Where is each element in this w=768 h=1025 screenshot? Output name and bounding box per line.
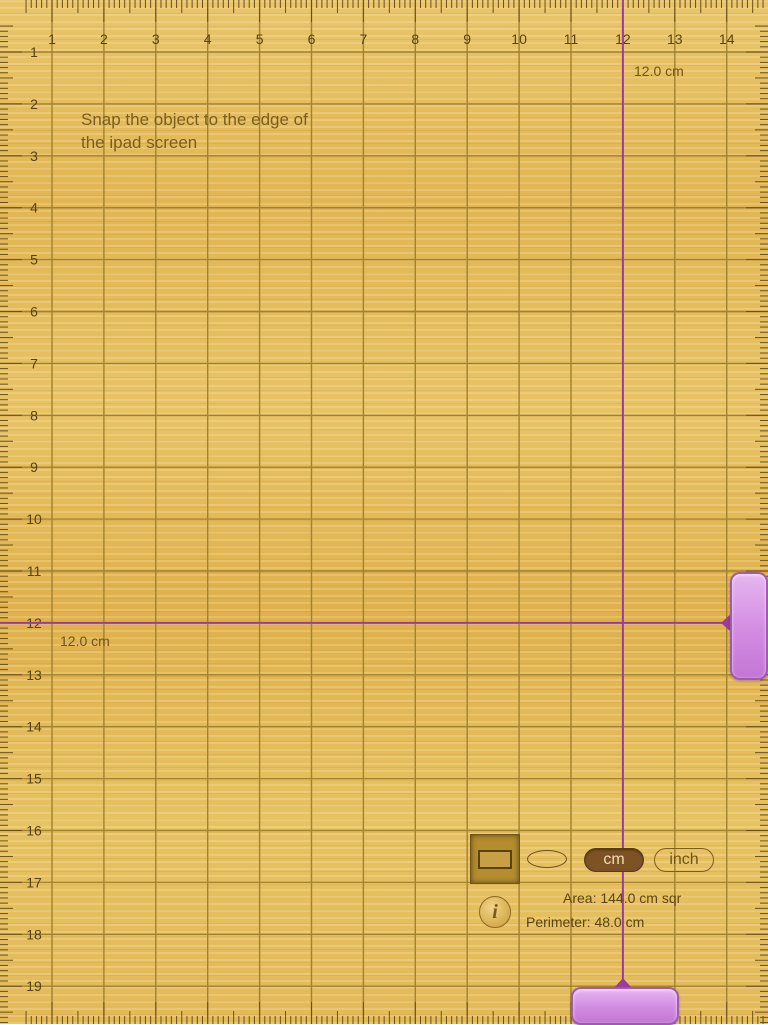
- left-ruler-number: 3: [30, 148, 38, 164]
- left-ruler-number: 16: [26, 823, 42, 839]
- rectangle-icon: [478, 849, 512, 869]
- left-ruler-number: 9: [30, 459, 38, 475]
- left-ruler-number: 15: [26, 771, 42, 787]
- horizontal-guide-handle[interactable]: [730, 572, 768, 680]
- left-ruler-number: 8: [30, 407, 38, 423]
- wood-measuring-board[interactable]: 1234567891011121314 12345678910111213141…: [0, 0, 768, 1025]
- info-button[interactable]: i: [479, 896, 511, 928]
- left-ruler-number: 17: [26, 874, 42, 890]
- left-ruler-number: 5: [30, 252, 38, 268]
- left-ruler-number: 7: [30, 355, 38, 371]
- top-ruler-number: 8: [411, 31, 419, 47]
- top-ruler-number: 5: [256, 31, 264, 47]
- left-ruler-number: 6: [30, 304, 38, 320]
- left-ruler-number: 18: [26, 926, 42, 942]
- width-measurement-label: 12.0 cm: [634, 63, 684, 79]
- left-ruler-number: 2: [30, 96, 38, 112]
- top-ruler-number: 13: [667, 31, 683, 47]
- cm-unit-button[interactable]: cm: [584, 848, 644, 872]
- left-ruler-number: 14: [26, 719, 42, 735]
- left-ruler-number: 13: [26, 667, 42, 683]
- top-ruler-number: 4: [204, 31, 212, 47]
- top-ruler-number: 6: [308, 31, 316, 47]
- top-ruler-number: 2: [100, 31, 108, 47]
- top-ruler-number: 9: [463, 31, 471, 47]
- area-readout: Area: 144.0 cm sqr: [563, 890, 682, 906]
- top-ruler-number: 14: [719, 31, 735, 47]
- left-ruler-number: 19: [26, 978, 42, 994]
- top-ruler-number: 3: [152, 31, 160, 47]
- top-ruler-number: 10: [511, 31, 527, 47]
- top-ruler-number: 7: [360, 31, 368, 47]
- inch-unit-button[interactable]: inch: [654, 848, 714, 872]
- left-ruler-numbers: 12345678910111213141516171819: [26, 44, 42, 994]
- ellipse-shape-button[interactable]: [527, 850, 567, 868]
- instruction-text: Snap the object to the edge of the ipad …: [81, 110, 308, 152]
- rectangle-shape-button[interactable]: [470, 834, 520, 884]
- top-ruler-numbers: 1234567891011121314: [48, 31, 735, 47]
- left-ruler-number: 1: [30, 44, 38, 60]
- height-measurement-label: 12.0 cm: [60, 633, 110, 649]
- left-ruler-number: 10: [26, 511, 42, 527]
- left-ruler-number: 4: [30, 200, 38, 216]
- top-ruler-number: 11: [564, 31, 579, 47]
- perimeter-readout: Perimeter: 48.0 cm: [526, 914, 645, 930]
- left-ruler-number: 11: [27, 563, 42, 579]
- vertical-guide-handle[interactable]: [571, 987, 679, 1025]
- top-ruler-number: 1: [48, 31, 56, 47]
